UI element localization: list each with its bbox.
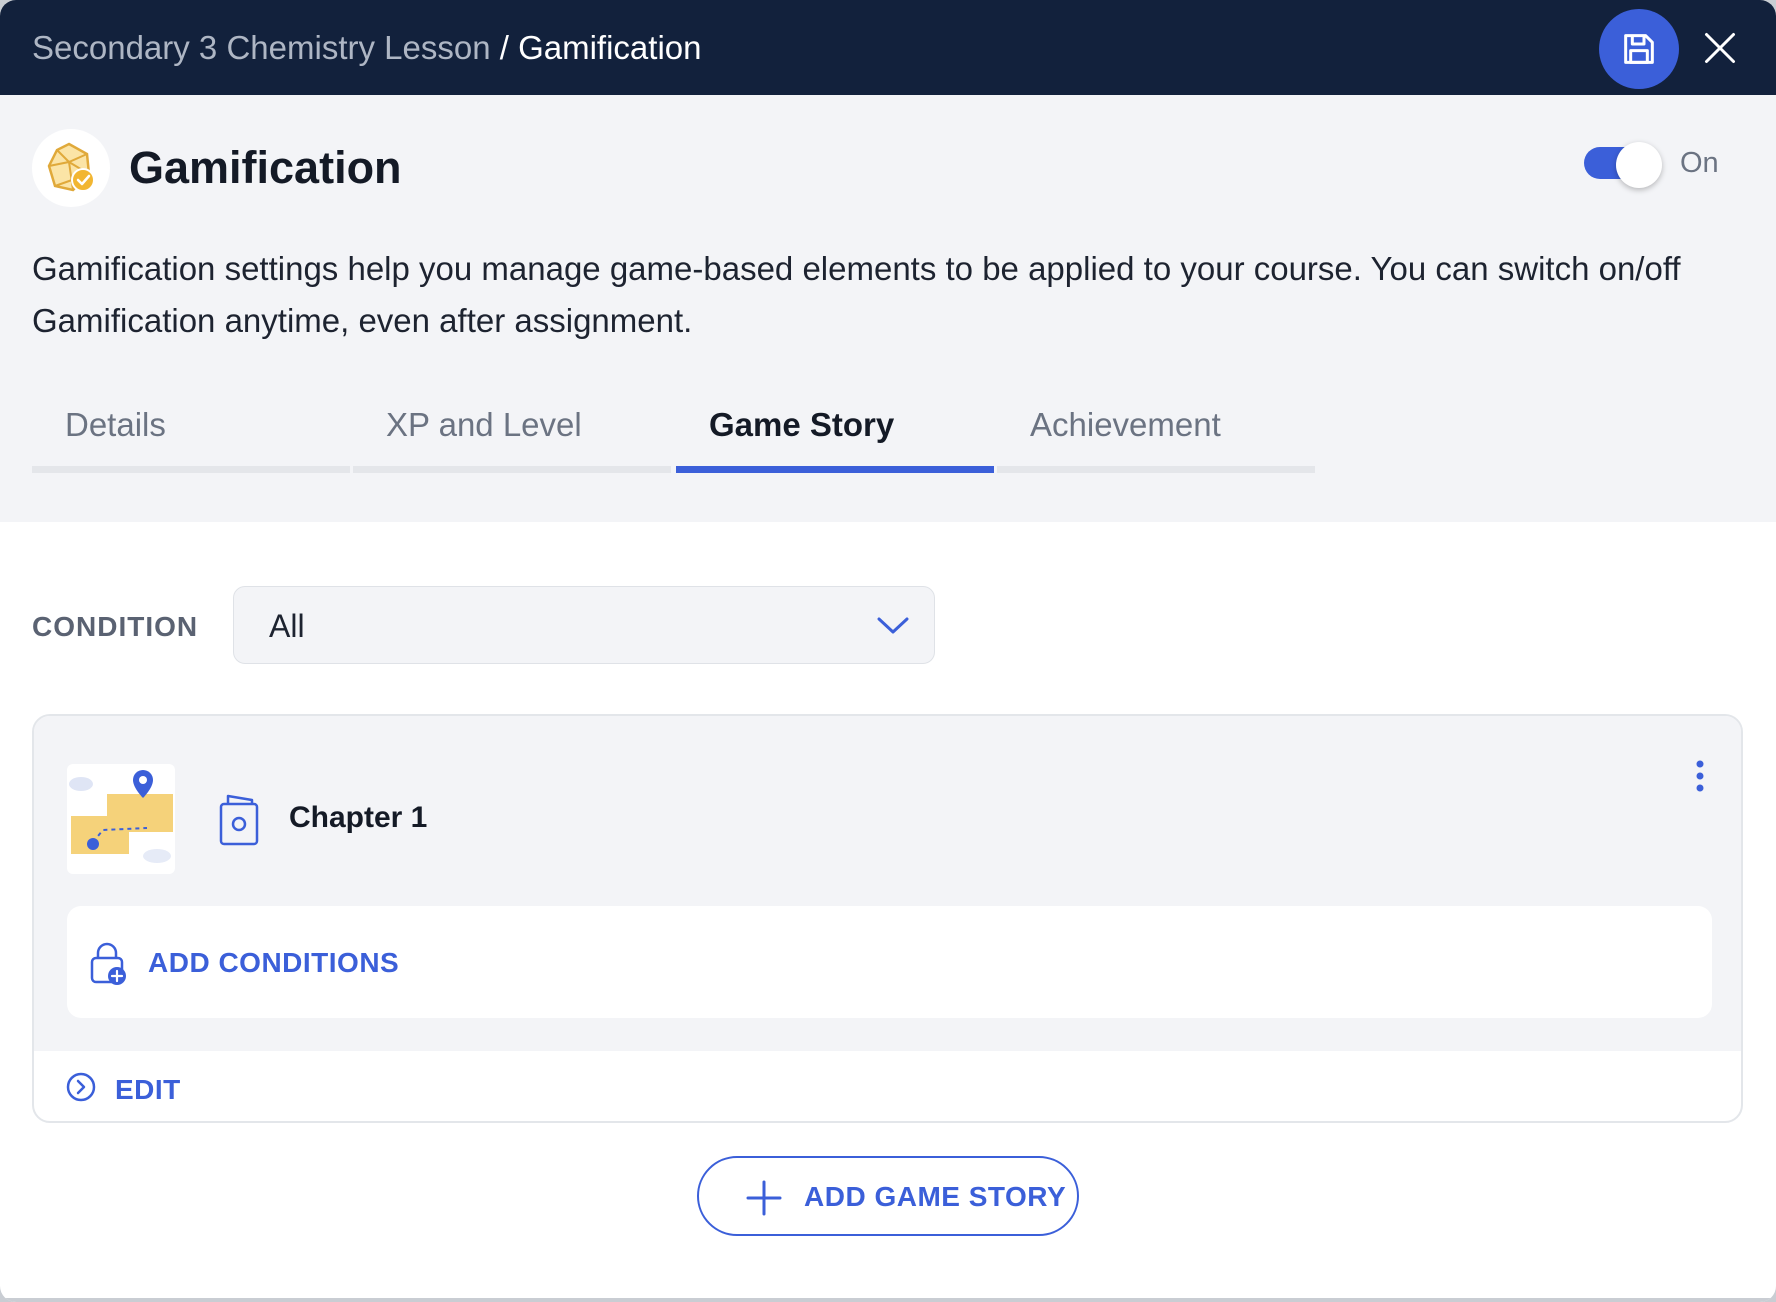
more-options-button[interactable] bbox=[1690, 754, 1710, 804]
tab-underline-active bbox=[676, 466, 994, 473]
gamification-toggle[interactable] bbox=[1584, 142, 1664, 188]
page-title: Gamification bbox=[129, 142, 402, 193]
gamification-logo bbox=[32, 129, 110, 207]
breadcrumb-current: Gamification bbox=[518, 29, 702, 66]
story-title: Chapter 1 bbox=[289, 801, 428, 834]
map-route-icon bbox=[69, 770, 173, 863]
add-game-story-label: ADD GAME STORY bbox=[804, 1181, 1067, 1212]
top-bar: Secondary 3 Chemistry Lesson / Gamificat… bbox=[0, 0, 1776, 95]
add-conditions-label: ADD CONDITIONS bbox=[148, 947, 400, 978]
tab-achievement[interactable]: Achievement bbox=[997, 399, 1315, 473]
header-panel: Gamification On Gamification settings he… bbox=[0, 95, 1776, 522]
gamification-badge-icon bbox=[47, 142, 95, 192]
tab-underline bbox=[353, 466, 671, 473]
chevron-down-icon bbox=[877, 617, 909, 634]
tab-bar: Details XP and Level Game Story Achievem… bbox=[32, 399, 1319, 473]
add-conditions-button[interactable]: ADD CONDITIONS bbox=[67, 906, 1712, 1018]
tab-xp-and-level[interactable]: XP and Level bbox=[353, 399, 671, 473]
toggle-label: On bbox=[1680, 147, 1719, 179]
game-story-card: Chapter 1 ADD CONDITIONS EDIT bbox=[32, 714, 1743, 1123]
condition-select[interactable]: All bbox=[233, 586, 935, 664]
close-button[interactable] bbox=[1696, 24, 1744, 72]
tab-label: XP and Level bbox=[386, 406, 582, 443]
kebab-menu-icon bbox=[1696, 760, 1704, 792]
game-story-card-body: Chapter 1 ADD CONDITIONS bbox=[34, 716, 1741, 1051]
description-text: Gamification settings help you manage ga… bbox=[32, 250, 1681, 339]
condition-select-value: All bbox=[269, 608, 305, 644]
add-game-story-button[interactable]: ADD GAME STORY bbox=[697, 1156, 1079, 1236]
tab-game-story[interactable]: Game Story bbox=[676, 399, 994, 473]
tab-underline bbox=[32, 466, 350, 473]
gamification-modal: Secondary 3 Chemistry Lesson / Gamificat… bbox=[0, 0, 1776, 1302]
breadcrumb-separator: / bbox=[499, 29, 509, 66]
breadcrumb-parent[interactable]: Secondary 3 Chemistry Lesson bbox=[32, 29, 491, 66]
save-button[interactable] bbox=[1599, 9, 1679, 89]
modal-bottom-edge bbox=[0, 1298, 1776, 1302]
tab-label: Details bbox=[65, 406, 166, 443]
story-thumbnail bbox=[67, 764, 175, 874]
tab-details[interactable]: Details bbox=[32, 399, 350, 473]
condition-label: CONDITION bbox=[32, 611, 199, 642]
plus-icon bbox=[746, 1180, 782, 1216]
close-icon bbox=[1705, 33, 1735, 63]
lock-plus-icon bbox=[90, 942, 126, 985]
edit-label: EDIT bbox=[115, 1074, 181, 1105]
tab-label: Game Story bbox=[709, 406, 895, 443]
save-icon bbox=[1624, 34, 1654, 64]
tab-underline bbox=[997, 466, 1315, 473]
breadcrumb: Secondary 3 Chemistry Lesson / Gamificat… bbox=[32, 28, 701, 68]
chapter-icon bbox=[219, 794, 259, 846]
tab-label: Achievement bbox=[1030, 406, 1221, 443]
toggle-knob bbox=[1616, 142, 1662, 188]
chevron-right-circle-icon bbox=[66, 1072, 96, 1102]
